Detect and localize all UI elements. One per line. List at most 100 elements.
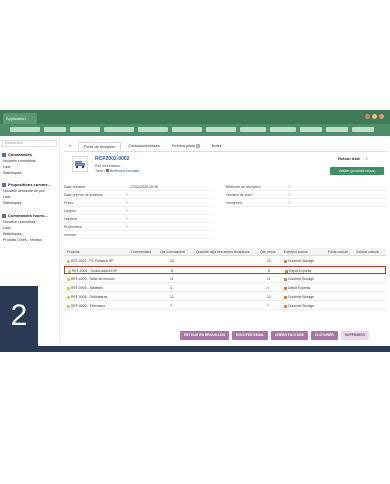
- product-cell[interactable]: REF-0002 - Souris sans fil HP: [68, 269, 117, 273]
- column-header: Volume calculé: [356, 250, 379, 254]
- close-button[interactable]: CLÔTURER: [310, 331, 338, 340]
- record-tabs: « Fiche de réception Contacts/adresses F…: [64, 142, 227, 151]
- ordered-qty: 11: [170, 277, 174, 281]
- minimize-dot-icon[interactable]: [365, 114, 370, 119]
- send-email-button[interactable]: ENVOYER EMAIL: [232, 331, 269, 340]
- menu-item-10[interactable]: [300, 127, 322, 132]
- bottom-area: [0, 346, 390, 484]
- column-header: Commentaire: [131, 250, 152, 254]
- maximize-dot-icon[interactable]: [372, 114, 377, 119]
- field-volume: Volume: [64, 232, 214, 239]
- menu-item-2[interactable]: [44, 127, 66, 132]
- sidebar-link[interactable]: Statistiques: [3, 201, 22, 205]
- table-row[interactable]: REF-0006 - Téléviseur 7 7 Gourmet Storag…: [64, 302, 386, 310]
- sidebar-link[interactable]: Statistiques: [3, 171, 22, 175]
- field-delivery-date: Date prévue de livraison ✎: [64, 192, 214, 199]
- warehouse-cell[interactable]: Dépôt Express: [284, 286, 310, 290]
- table-row[interactable]: REF-0005 - Ordinateurs 12 12 Gourmet Sto…: [64, 293, 386, 301]
- tab-notes[interactable]: Notes: [207, 142, 227, 151]
- pencil-icon[interactable]: ✎: [288, 201, 291, 205]
- product-cell[interactable]: REF-0005 - Ordinateurs: [67, 295, 107, 299]
- tab-label: Contacts/adresses: [128, 144, 160, 148]
- field-label: Incoterms: [226, 201, 242, 205]
- validate-button[interactable]: Valider (produits reçus): [330, 167, 384, 175]
- pencil-icon[interactable]: ✎: [126, 193, 129, 197]
- sidebar-section-supplier-orders[interactable]: Commandes fourni...: [2, 213, 48, 218]
- pencil-icon[interactable]: ✎: [288, 193, 291, 197]
- menu-item-6[interactable]: [172, 127, 202, 132]
- menu-item-7[interactable]: [206, 127, 236, 132]
- field-label: Méthode de réception: [226, 185, 261, 189]
- proposals-icon: [2, 182, 6, 187]
- field-label: Date création: [64, 185, 86, 189]
- warehouse-cell[interactable]: Gourmet Storage: [284, 259, 314, 263]
- pencil-icon[interactable]: ✎: [126, 201, 129, 205]
- chevron-left-icon: ‹: [366, 156, 368, 161]
- app-tab[interactable]: Application: [3, 113, 37, 124]
- warehouse-cell[interactable]: Gourmet Storage: [284, 304, 314, 308]
- table-row[interactable]: REF-0001 - PC Portable HP 10 10 Gourmet …: [64, 257, 386, 265]
- close-dot-icon[interactable]: [379, 114, 384, 119]
- navy-strip: [0, 346, 390, 352]
- table-row[interactable]: REF-0003 - Table de réunion 11 11 Gourme…: [64, 275, 386, 283]
- menu-item-11[interactable]: [326, 127, 348, 132]
- sidebar-section-orders[interactable]: Commandes: [2, 152, 32, 157]
- menu-item-3[interactable]: [70, 127, 100, 132]
- sidebar-link[interactable]: Liste: [3, 165, 11, 169]
- warehouse-cell[interactable]: Gourmet Storage: [284, 277, 314, 281]
- sidebar-link[interactable]: Nouvelle demande de prix: [3, 189, 45, 193]
- product-label: REF-0004 - Tablettes: [71, 286, 103, 290]
- received-qty: 7: [267, 304, 269, 308]
- tab-expand-icon[interactable]: «: [64, 142, 76, 151]
- sidebar-link[interactable]: Produits Livrés - Vendus: [3, 238, 42, 242]
- menu-item-12[interactable]: [352, 127, 374, 132]
- section-title: Commandes fourni...: [8, 213, 48, 218]
- tab-reception-card[interactable]: Fiche de réception: [78, 142, 122, 151]
- product-cell[interactable]: REF-0004 - Tablettes: [67, 286, 103, 290]
- ordered-qty: 4: [170, 286, 172, 290]
- sidebar-link[interactable]: Liste: [3, 226, 11, 230]
- sidebar-link[interactable]: Nouvelle commande: [3, 159, 36, 163]
- menu-item-5[interactable]: [138, 127, 168, 132]
- create-invoice-button[interactable]: CRÉER FACTURE: [271, 331, 308, 340]
- tab-label: Fiche de réception: [84, 145, 116, 149]
- table-row[interactable]: REF-0004 - Tablettes 4 4 Dépôt Express: [64, 284, 386, 292]
- warehouse-cell[interactable]: Dépôt Express: [285, 269, 311, 273]
- warehouse-icon: [284, 277, 287, 281]
- menu-item-9[interactable]: [270, 127, 296, 132]
- back-to-draft-button[interactable]: RETOUR EN BROUILLON: [180, 331, 230, 340]
- supplier-orders-icon: [2, 213, 6, 218]
- menu-item-4[interactable]: [104, 127, 134, 132]
- sidebar-section-proposals[interactable]: Propositions comme...: [2, 182, 51, 187]
- product-cell[interactable]: REF-0006 - Téléviseur: [67, 304, 105, 308]
- app-window: Application Rechercher Commandes Nouvell…: [0, 110, 390, 346]
- pencil-icon[interactable]: ✎: [126, 209, 129, 213]
- file-count-badge: 1: [196, 144, 200, 148]
- pencil-icon[interactable]: ✎: [288, 185, 291, 189]
- thirdparty-link[interactable]: Bioffincht Anvoatis: [110, 169, 139, 173]
- sidebar-link[interactable]: Statistiques: [3, 232, 22, 236]
- tab-label: Notes: [211, 144, 222, 148]
- delete-button[interactable]: SUPPRIMER: [340, 331, 369, 340]
- sidebar-link[interactable]: Liste: [3, 195, 11, 199]
- orders-icon: [2, 152, 6, 157]
- product-cell[interactable]: REF-0001 - PC Portable HP: [67, 259, 113, 263]
- tab-attached-files[interactable]: Fichiers joints 1: [167, 142, 205, 151]
- pencil-icon[interactable]: ✎: [126, 217, 129, 221]
- sidebar-search-input[interactable]: Rechercher: [2, 140, 57, 147]
- tab-contacts[interactable]: Contacts/adresses: [123, 142, 164, 151]
- field-height: Hauteur ✎: [64, 216, 214, 223]
- field-depth: Profondeur ✎: [64, 224, 214, 231]
- pencil-icon[interactable]: ✎: [126, 225, 129, 229]
- back-to-list-link[interactable]: Retour liste ‹: [338, 156, 367, 161]
- product-label: REF-0005 - Ordinateurs: [71, 295, 108, 299]
- product-cell[interactable]: REF-0003 - Table de réunion: [67, 277, 114, 281]
- reception-truck-icon: [72, 156, 88, 172]
- menu-item-1[interactable]: [10, 127, 40, 132]
- table-row-highlighted[interactable]: REF-0002 - Souris sans fil HP 8 8 Dépôt …: [64, 266, 386, 274]
- field-value: 17/02/2020 10:49: [130, 185, 158, 189]
- warehouse-cell[interactable]: Gourmet Storage: [284, 295, 314, 299]
- sidebar-link[interactable]: Nouvelle commande: [3, 220, 36, 224]
- received-qty: 8: [268, 269, 270, 273]
- menu-item-8[interactable]: [240, 127, 266, 132]
